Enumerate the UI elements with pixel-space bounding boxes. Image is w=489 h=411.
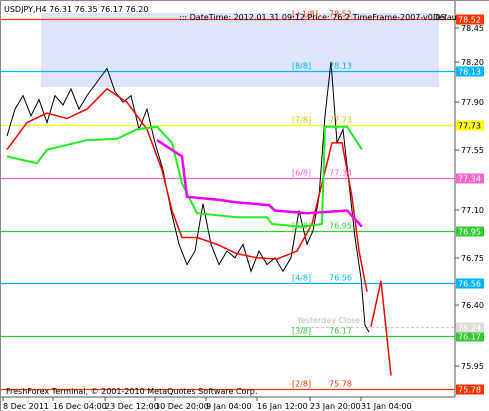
price-tick-label: 77.90 [461,98,484,107]
murrey-value-5_8: 76.95 [329,222,352,231]
price-tick-label: 78.20 [461,58,484,67]
murrey-value-3_8: 76.17 [329,327,352,336]
murrey-value-8_8: 78.13 [329,62,352,71]
time-tick-label: 23 Dec 12:00 [105,402,159,411]
time-tick-label: 30 Dec 20:00 [155,402,209,411]
price-tick-label: 76.40 [461,301,484,310]
copyright-text: FreshForex Terminal, © 2001-2010 MetaQuo… [6,387,257,396]
price-tag-2_8: 75.78 [458,386,481,395]
murrey-zone-shading [41,13,439,87]
murrey-label-2_8: [2/8] [292,380,311,389]
price-tag-3_8: 76.17 [458,333,481,342]
info-header: ::: DateTime: 2012.01.31 09:12 Price: 76… [179,13,446,22]
price-tag-7_8: 77.73 [458,122,481,131]
murrey-label-8_8: [8/8] [292,62,311,71]
time-tick-label: 9 Jan 04:00 [206,402,252,411]
time-tick-label: 31 Jan 04:00 [361,402,412,411]
murrey-label-4_8: [4/8] [292,274,311,283]
murrey-value-2_8: 75.78 [329,380,352,389]
time-tick-label: 8 Dec 2011 [3,402,49,411]
price-tick-label: 75.95 [461,362,484,371]
price-tick-label: 77.55 [461,146,484,155]
price-tag-yclose: 76.24 [458,324,481,333]
murrey-label-6_8: [6/8] [292,169,311,178]
murrey-value-4_8: 76.56 [329,274,352,283]
price-tag-5_8: 76.95 [458,228,481,237]
defaults-label[interactable]: Defau [433,13,457,22]
price-tick-label: 76.75 [461,254,484,263]
time-tick-label: 16 Dec 04:00 [53,402,107,411]
time-tick-label: 23 Jan 20:00 [310,402,361,411]
murrey-value-6_8: 77.34 [329,169,352,178]
price-tag-6_8: 77.34 [458,175,481,184]
murrey-label-5_8: [5/8] [292,222,311,231]
price-tick-label: 78.45 [461,24,484,33]
murrey-label-3_8: [3/8] [292,327,311,336]
time-tick-label: 16 Jan 12:00 [257,402,308,411]
murrey-value-7_8: 77.73 [329,116,352,125]
chart-window[interactable]: [+1/8] 78.52 [8/8] 78.13 [7/8] 77.73 [6/8] 77.3… [0,0,489,411]
symbol-header: USDJPY,H4 76.31 76.35 76.17 76.20 [4,5,148,14]
yesterday-close-label: Yesterday Close [296,316,360,325]
price-tick-label: 77.10 [461,206,484,215]
price-tag-8_8: 78.13 [458,68,481,77]
price-tag-4_8: 76.56 [458,280,481,289]
murrey-label-7_8: [7/8] [292,116,311,125]
price-chart[interactable]: [+1/8] 78.52[8/8] 78.13[7/8] 77.73[6/8] 77.3… [1,1,489,411]
